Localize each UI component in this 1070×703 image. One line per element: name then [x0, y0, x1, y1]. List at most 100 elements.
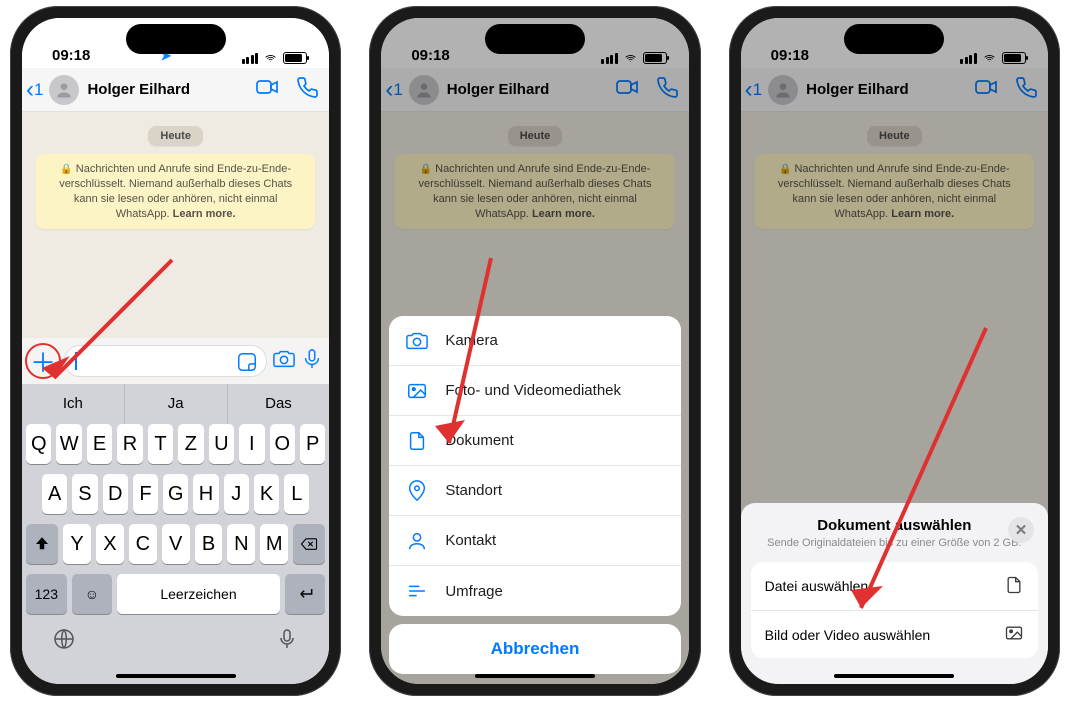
avatar[interactable] — [409, 75, 439, 105]
choose-file-label: Datei auswählen — [765, 578, 869, 594]
contact-name[interactable]: Holger Eilhard — [447, 81, 599, 98]
voice-call-button[interactable] — [1014, 75, 1038, 104]
voice-call-button[interactable] — [655, 75, 679, 104]
key-p[interactable]: P — [300, 424, 325, 464]
status-time: 09:18 — [411, 47, 449, 64]
attach-document-row[interactable]: Dokument — [389, 416, 680, 466]
lock-icon: 🔒 — [60, 164, 72, 175]
photos-icon — [405, 379, 429, 403]
key-i[interactable]: I — [239, 424, 264, 464]
avatar[interactable] — [49, 75, 79, 105]
contact-icon — [405, 529, 429, 553]
shift-key[interactable] — [26, 524, 58, 564]
key-a[interactable]: A — [42, 474, 67, 514]
chevron-left-icon: ‹ — [385, 78, 393, 102]
close-button[interactable]: ✕ — [1008, 517, 1034, 543]
key-s[interactable]: S — [72, 474, 97, 514]
key-j[interactable]: J — [224, 474, 249, 514]
key-r[interactable]: R — [117, 424, 142, 464]
key-q[interactable]: Q — [26, 424, 51, 464]
cellular-icon — [960, 53, 977, 64]
avatar[interactable] — [768, 75, 798, 105]
key-b[interactable]: B — [195, 524, 223, 564]
key-c[interactable]: C — [129, 524, 157, 564]
contact-name[interactable]: Holger Eilhard — [87, 81, 239, 98]
mic-input-button[interactable] — [301, 348, 323, 375]
back-count: 1 — [34, 80, 43, 100]
globe-key[interactable] — [52, 627, 76, 651]
camera-input-button[interactable] — [273, 348, 295, 375]
cancel-button[interactable]: Abbrechen — [389, 624, 680, 674]
location-icon — [405, 479, 429, 503]
chevron-left-icon: ‹ — [26, 78, 34, 102]
phone-screenshot-2: 09:18 ‹1 Holger Eilhard Heute 🔒 Nachrich… — [369, 6, 700, 696]
key-k[interactable]: K — [254, 474, 279, 514]
back-button[interactable]: ‹1 — [26, 78, 43, 102]
back-count: 1 — [393, 80, 402, 100]
dynamic-island — [126, 24, 226, 54]
delete-key[interactable] — [293, 524, 325, 564]
key-n[interactable]: N — [227, 524, 255, 564]
keyboard-suggestions[interactable]: Ich Ja Das — [22, 384, 329, 424]
battery-icon — [643, 52, 667, 64]
emoji-key[interactable]: ☺ — [72, 574, 113, 614]
encryption-notice[interactable]: 🔒 Nachrichten und Anrufe sind Ende-zu-En… — [36, 154, 315, 229]
encryption-notice: 🔒 Nachrichten und Anrufe sind Ende-zu-En… — [755, 154, 1034, 229]
return-key[interactable] — [285, 574, 326, 614]
sheet-subtitle: Sende Originaldateien bis zu einer Größe… — [751, 536, 1038, 550]
suggestion-1[interactable]: Ich — [22, 384, 124, 424]
key-m[interactable]: M — [260, 524, 288, 564]
choose-media-row[interactable]: Bild oder Video auswählen — [751, 610, 1038, 658]
cellular-icon — [242, 53, 259, 64]
key-x[interactable]: X — [96, 524, 124, 564]
key-o[interactable]: O — [270, 424, 295, 464]
attach-label: Kontakt — [445, 532, 496, 549]
attach-photos-row[interactable]: Foto- und Videomediathek — [389, 366, 680, 416]
video-call-button[interactable] — [615, 75, 639, 104]
message-input[interactable] — [64, 345, 267, 377]
message-input-bar: ＋ — [22, 338, 329, 384]
key-e[interactable]: E — [87, 424, 112, 464]
back-button[interactable]: ‹1 — [745, 78, 762, 102]
text-cursor — [75, 352, 77, 370]
key-g[interactable]: G — [163, 474, 188, 514]
home-indicator[interactable] — [834, 674, 954, 678]
back-button[interactable]: ‹1 — [385, 78, 402, 102]
video-call-button[interactable] — [255, 75, 279, 104]
voice-call-button[interactable] — [295, 75, 319, 104]
attach-location-row[interactable]: Standort — [389, 466, 680, 516]
chevron-left-icon: ‹ — [745, 78, 753, 102]
sheet-title: Dokument auswählen — [751, 517, 1038, 534]
key-y[interactable]: Y — [63, 524, 91, 564]
key-v[interactable]: V — [162, 524, 190, 564]
key-w[interactable]: W — [56, 424, 81, 464]
choose-media-label: Bild oder Video auswählen — [765, 627, 931, 643]
key-t[interactable]: T — [148, 424, 173, 464]
key-z[interactable]: Z — [178, 424, 203, 464]
key-l[interactable]: L — [284, 474, 309, 514]
key-f[interactable]: F — [133, 474, 158, 514]
suggestion-2[interactable]: Ja — [124, 384, 227, 424]
numbers-key[interactable]: 123 — [26, 574, 67, 614]
video-call-button[interactable] — [974, 75, 998, 104]
contact-name[interactable]: Holger Eilhard — [806, 81, 958, 98]
space-key[interactable]: Leerzeichen — [117, 574, 279, 614]
home-indicator[interactable] — [475, 674, 595, 678]
suggestion-3[interactable]: Das — [227, 384, 330, 424]
key-u[interactable]: U — [209, 424, 234, 464]
annotation-circle — [25, 343, 61, 379]
dictation-key[interactable] — [275, 627, 299, 651]
key-h[interactable]: H — [193, 474, 218, 514]
home-indicator[interactable] — [116, 674, 236, 678]
attach-camera-row[interactable]: Kamera — [389, 316, 680, 366]
key-d[interactable]: D — [103, 474, 128, 514]
attach-contact-row[interactable]: Kontakt — [389, 516, 680, 566]
date-pill: Heute — [508, 126, 563, 146]
back-count: 1 — [753, 80, 762, 100]
attach-label: Foto- und Videomediathek — [445, 382, 621, 399]
lock-icon: 🔒 — [420, 164, 432, 175]
keyboard[interactable]: Ich Ja Das QWERTZUIOP ASDFGHJKL YXCVBNM … — [22, 384, 329, 684]
sticker-button[interactable] — [236, 351, 258, 378]
attach-poll-row[interactable]: Umfrage — [389, 566, 680, 616]
choose-file-row[interactable]: Datei auswählen — [751, 562, 1038, 610]
